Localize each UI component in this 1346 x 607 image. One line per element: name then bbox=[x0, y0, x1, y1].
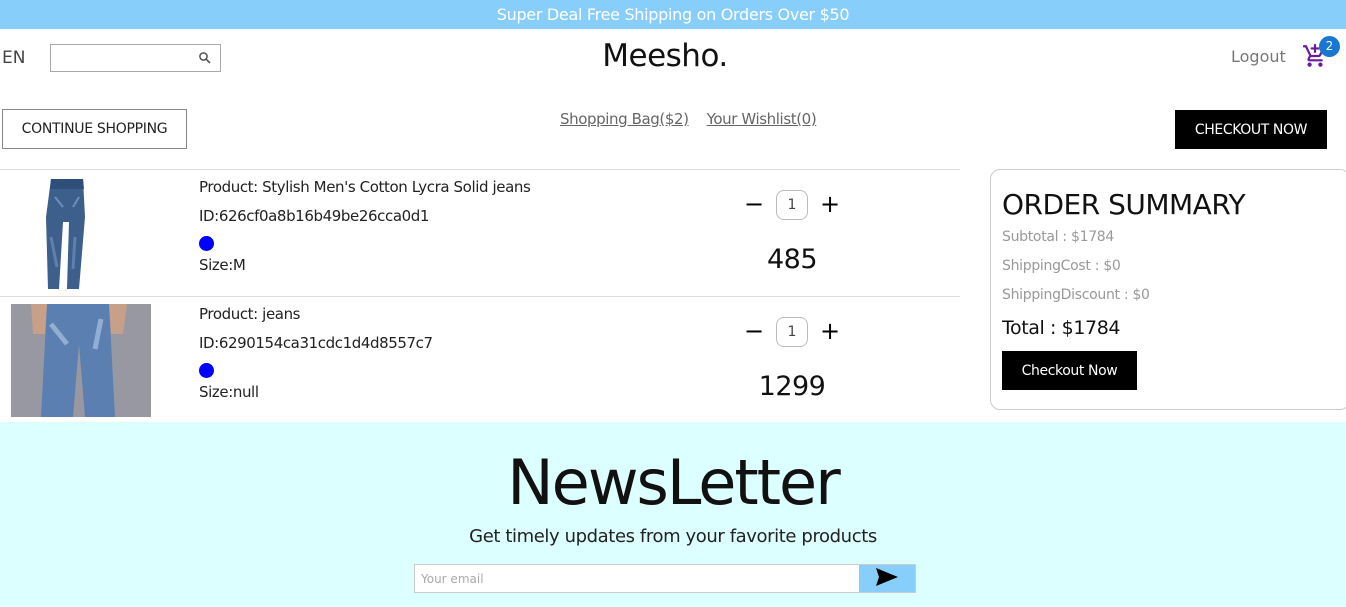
item-info: Product: Stylish Men's Cotton Lycra Soli… bbox=[199, 177, 531, 284]
send-icon bbox=[876, 568, 898, 586]
quantity-value: 1 bbox=[776, 190, 808, 220]
newsletter-email-input[interactable] bbox=[415, 565, 860, 592]
subtotal-line: Subtotal : $1784 bbox=[1002, 229, 1115, 245]
shipping-cost-line: ShippingCost : $0 bbox=[1002, 258, 1121, 274]
product-size: Size:M bbox=[199, 256, 246, 274]
decrease-quantity-button[interactable]: − bbox=[744, 319, 764, 343]
cart-items-list: Product: Stylish Men's Cotton Lycra Soli… bbox=[0, 169, 960, 423]
product-id: ID:626cf0a8b16b49be26cca0d1 bbox=[199, 207, 430, 225]
quantity-stepper: − 1 + bbox=[744, 317, 844, 347]
site-logo[interactable]: Meesho. bbox=[0, 38, 1330, 74]
item-price: 485 bbox=[766, 244, 818, 275]
jeans-product-image[interactable] bbox=[11, 304, 151, 417]
total-line: Total : $1784 bbox=[1002, 317, 1121, 339]
continue-shopping-button[interactable]: CONTINUE SHOPPING bbox=[2, 109, 187, 149]
product-name: Product: jeans bbox=[199, 305, 301, 323]
jeans-product-image[interactable] bbox=[11, 177, 151, 290]
summary-checkout-button[interactable]: Checkout Now bbox=[1002, 351, 1137, 390]
product-size: Size:null bbox=[199, 383, 259, 401]
newsletter-form bbox=[414, 564, 916, 593]
newsletter-title: NewsLetter bbox=[507, 446, 840, 519]
checkout-now-button[interactable]: CHECKOUT NOW bbox=[1175, 110, 1327, 149]
quantity-stepper: − 1 + bbox=[744, 190, 844, 220]
color-swatch bbox=[199, 236, 214, 251]
shipping-discount-line: ShippingDiscount : $0 bbox=[1002, 287, 1150, 303]
cart-item: Product: Stylish Men's Cotton Lycra Soli… bbox=[0, 169, 960, 296]
product-name: Product: Stylish Men's Cotton Lycra Soli… bbox=[199, 178, 531, 196]
newsletter-subtitle: Get timely updates from your favorite pr… bbox=[469, 526, 877, 547]
cart-count-badge: 2 bbox=[1319, 36, 1340, 57]
newsletter-send-button[interactable] bbox=[859, 565, 915, 592]
increase-quantity-button[interactable]: + bbox=[820, 319, 840, 343]
order-summary-title: ORDER SUMMARY bbox=[1002, 188, 1246, 221]
color-swatch bbox=[199, 363, 214, 378]
item-price: 1299 bbox=[758, 371, 826, 402]
item-info: Product: jeans ID:6290154ca31cdc1d4d8557… bbox=[199, 304, 433, 411]
decrease-quantity-button[interactable]: − bbox=[744, 192, 764, 216]
logout-link[interactable]: Logout bbox=[1231, 47, 1286, 66]
cart-button[interactable]: 2 bbox=[1302, 36, 1340, 71]
quantity-value: 1 bbox=[776, 317, 808, 347]
increase-quantity-button[interactable]: + bbox=[820, 192, 840, 216]
newsletter-section: NewsLetter Get timely updates from your … bbox=[0, 422, 1346, 607]
cart-item: Product: jeans ID:6290154ca31cdc1d4d8557… bbox=[0, 296, 960, 423]
order-summary-panel: ORDER SUMMARY Subtotal : $1784 ShippingC… bbox=[990, 169, 1346, 410]
product-id: ID:6290154ca31cdc1d4d8557c7 bbox=[199, 334, 433, 352]
cart-links: Shopping Bag($2) Your Wishlist(0) bbox=[560, 110, 834, 128]
announcement-bar: Super Deal Free Shipping on Orders Over … bbox=[0, 0, 1346, 29]
wishlist-link[interactable]: Your Wishlist(0) bbox=[707, 110, 817, 128]
shopping-bag-link[interactable]: Shopping Bag($2) bbox=[560, 110, 689, 128]
